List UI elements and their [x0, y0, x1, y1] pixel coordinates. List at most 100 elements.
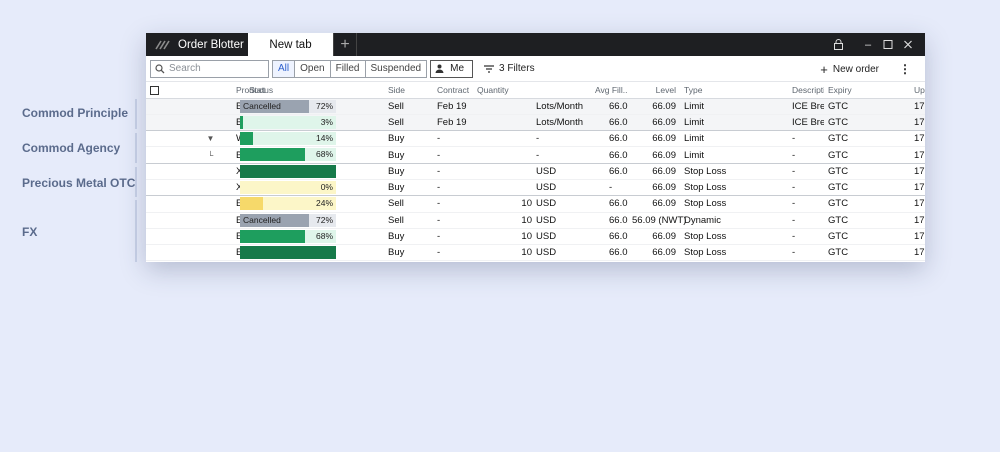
close-icon[interactable]: [903, 40, 913, 49]
level-cell: 66.09: [628, 98, 680, 115]
row-checkbox-cell[interactable]: [146, 228, 181, 246]
unit-cell: USD: [532, 228, 591, 246]
expiry-cell: GTC: [824, 146, 910, 164]
side-cell: Buy: [384, 228, 433, 246]
search-input[interactable]: [169, 63, 264, 74]
more-options-icon[interactable]: ⋮: [899, 56, 911, 82]
group-label-commod-principle: Commod Principle: [22, 106, 129, 120]
col-header-description[interactable]: Description: [788, 82, 824, 99]
me-filter-button[interactable]: Me: [430, 59, 474, 78]
tree-expander[interactable]: [181, 98, 236, 115]
type-cell: Stop Loss: [680, 163, 788, 180]
avg-fill-cell: 66.02: [591, 244, 628, 262]
row-checkbox-cell[interactable]: [146, 98, 181, 115]
col-header-avg-fill[interactable]: Avg Fill...: [591, 82, 628, 99]
row-checkbox-cell[interactable]: [146, 146, 181, 164]
col-header-quantity[interactable]: Quantity: [473, 82, 532, 99]
filter-suspended-button[interactable]: Suspended: [366, 61, 427, 77]
app-tab[interactable]: Order Blotter: [146, 33, 248, 56]
tree-expander[interactable]: [181, 212, 236, 229]
group-label-precious-metal-otc: Precious Metal OTC: [22, 176, 136, 190]
avg-fill-cell: 66.02: [591, 146, 628, 164]
table-row[interactable]: B ICECancelled72%SellFeb 19Lots/Month66.…: [146, 98, 925, 115]
row-checkbox-cell[interactable]: [146, 130, 181, 148]
row-checkbox-cell[interactable]: [146, 114, 181, 132]
row-checkbox-cell[interactable]: [146, 195, 181, 213]
tab-new-tab[interactable]: New tab: [248, 33, 333, 56]
status-fill: [240, 115, 243, 129]
tree-expander[interactable]: [181, 114, 236, 132]
updated-time-cell: 17 Dec 19 @05:00P...: [910, 212, 925, 229]
lock-icon[interactable]: [834, 39, 843, 50]
table-row[interactable]: EUR USDCancelled72%Sell-10USD66.0256.09 …: [146, 212, 925, 229]
new-order-label: New order: [832, 63, 879, 75]
unit-cell: USD: [532, 212, 591, 229]
group-divider: [135, 133, 137, 163]
status-cell: Cancelled 72%: [240, 212, 384, 229]
description-cell: -: [788, 228, 824, 246]
status-cell: 14%: [240, 130, 384, 148]
tree-expander[interactable]: └: [181, 146, 236, 164]
row-checkbox-cell[interactable]: [146, 163, 181, 180]
filter-all-button[interactable]: All: [273, 60, 296, 77]
status-fill: [240, 132, 254, 146]
col-header-unit[interactable]: [532, 82, 591, 99]
tree-expander[interactable]: ▼: [181, 130, 236, 148]
table-row[interactable]: EUR USD24%Sell-10USD66.0266.09Stop Loss-…: [146, 195, 925, 213]
col-header-level[interactable]: Level: [628, 82, 680, 99]
level-cell: 66.09: [628, 130, 680, 148]
side-cell: Buy: [384, 130, 433, 148]
minimize-icon[interactable]: –: [863, 39, 873, 51]
contract-cell: -: [433, 130, 473, 148]
description-cell: -: [788, 195, 824, 213]
table-row[interactable]: EUR USDBuy-10USD66.0266.09Stop Loss-GTC1…: [146, 244, 925, 262]
status-filter-group: All Open Filled Suspended: [272, 59, 428, 78]
tree-expander[interactable]: [181, 179, 236, 197]
search-box[interactable]: [150, 59, 269, 78]
contract-cell: -: [433, 163, 473, 180]
filter-open-button[interactable]: Open: [295, 60, 331, 77]
table-row[interactable]: └Basket [(XNY68%Buy--66.0266.09Limit-GTC…: [146, 146, 925, 164]
table-row[interactable]: EUR USD68%Buy-10USD66.0266.09Stop Loss-G…: [146, 228, 925, 246]
group-divider: [135, 167, 137, 197]
level-cell: 66.09: [628, 195, 680, 213]
status-progress-bar: Cancelled 72%: [240, 99, 336, 113]
unit-cell: USD: [532, 163, 591, 180]
col-header-updated-time[interactable]: Updated Time: [910, 82, 925, 99]
col-header-type[interactable]: Type: [680, 82, 788, 99]
maximize-icon[interactable]: [883, 40, 893, 49]
col-header-side[interactable]: Side: [384, 82, 433, 99]
col-header-expiry[interactable]: Expiry: [824, 82, 910, 99]
filter-filled-button[interactable]: Filled: [331, 60, 366, 77]
description-cell: -: [788, 130, 824, 148]
add-tab-button[interactable]: +: [333, 33, 357, 56]
status-percent: 68%: [315, 149, 333, 160]
updated-time-cell: 17 Dec 19 @05:00P...: [910, 179, 925, 197]
tree-expander[interactable]: [181, 195, 236, 213]
contract-cell: -: [433, 195, 473, 213]
tree-expander[interactable]: [181, 244, 236, 262]
type-cell: Limit: [680, 146, 788, 164]
updated-time-cell: 17 Dec 19 @05:00P...: [910, 244, 925, 262]
table-row[interactable]: XAU USD0%Buy-USD-66.09Stop Loss-GTC17 De…: [146, 179, 925, 197]
updated-time-cell: 17 Dec 19 @05:00P...: [910, 146, 925, 164]
row-checkbox-cell[interactable]: [146, 179, 181, 197]
avg-fill-cell: 66.02: [591, 114, 628, 132]
table-row[interactable]: B ICE3%SellFeb 19Lots/Month66.0266.09Lim…: [146, 114, 925, 132]
tree-expander[interactable]: [181, 163, 236, 180]
new-order-button[interactable]: + New order: [820, 56, 879, 82]
filters-button[interactable]: 3 Filters: [484, 63, 535, 74]
status-progress-bar: 3%: [240, 115, 336, 129]
unit-cell: -: [532, 130, 591, 148]
row-checkbox-cell[interactable]: [146, 212, 181, 229]
tree-expander[interactable]: [181, 228, 236, 246]
select-all-checkbox[interactable]: [146, 82, 181, 99]
avg-fill-cell: 66.02: [591, 163, 628, 180]
col-header-status[interactable]: Status: [245, 82, 286, 99]
row-checkbox-cell[interactable]: [146, 244, 181, 262]
table-row[interactable]: XAU USDBuy-USD66.0266.09Stop Loss-GTC17 …: [146, 163, 925, 180]
side-cell: Buy: [384, 163, 433, 180]
table-row[interactable]: ▼WTI Dec 1914%Buy--66.0266.09Limit-GTC17…: [146, 130, 925, 148]
col-header-contract[interactable]: Contract: [433, 82, 473, 99]
status-label: Cancelled: [243, 100, 281, 111]
